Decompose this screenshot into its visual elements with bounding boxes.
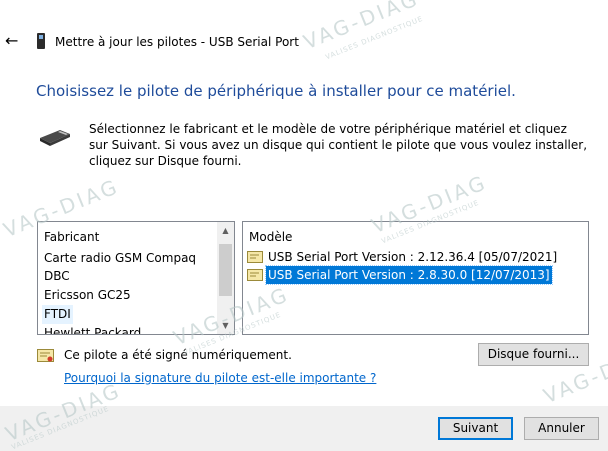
instructions-text: Sélectionnez le fabricant et le modèle d… xyxy=(89,122,588,168)
model-item-selected[interactable]: USB Serial Port Version : 2.8.30.0 [12/0… xyxy=(247,265,553,285)
window-title: Mettre à jour les pilotes - USB Serial P… xyxy=(55,35,299,49)
scroll-down-icon[interactable]: ▼ xyxy=(217,317,234,334)
model-item-label: USB Serial Port Version : 2.8.30.0 [12/0… xyxy=(265,265,553,285)
manufacturer-list[interactable]: Fabricant Carte radio GSM Compaq DBC Eri… xyxy=(37,221,235,335)
cancel-button[interactable]: Annuler xyxy=(524,417,599,440)
certificate-icon xyxy=(247,269,263,281)
scroll-up-icon[interactable]: ▲ xyxy=(217,222,234,239)
manufacturer-item[interactable]: Ericsson GC25 xyxy=(44,286,131,305)
hardware-connector-icon xyxy=(40,130,70,146)
manufacturer-item[interactable]: Hewlett Packard xyxy=(44,324,141,334)
back-arrow-icon[interactable]: ← xyxy=(5,33,21,49)
have-disk-button[interactable]: Disque fourni... xyxy=(478,343,589,366)
certificate-icon xyxy=(247,251,263,263)
signature-info-link[interactable]: Pourquoi la signature du pilote est-elle… xyxy=(64,371,376,385)
next-button[interactable]: Suivant xyxy=(438,417,513,440)
manufacturer-item-selected[interactable]: FTDI xyxy=(42,305,73,324)
signed-driver-icon xyxy=(37,349,54,362)
scroll-thumb[interactable] xyxy=(219,244,232,296)
signed-driver-text: Ce pilote a été signé numériquement. xyxy=(64,348,292,362)
dialog-footer xyxy=(0,406,608,451)
title-bar: ← Mettre à jour les pilotes - USB Serial… xyxy=(0,0,608,49)
usb-device-icon xyxy=(37,33,45,49)
manufacturer-list-header: Fabricant xyxy=(44,230,100,244)
page-heading: Choisissez le pilote de périphérique à i… xyxy=(36,82,516,100)
model-list[interactable]: Modèle USB Serial Port Version : 2.12.36… xyxy=(242,221,589,335)
manufacturer-item[interactable]: DBC xyxy=(44,267,70,286)
model-list-header: Modèle xyxy=(249,230,293,244)
manufacturer-scrollbar[interactable]: ▲ ▼ xyxy=(217,222,234,334)
manufacturer-item[interactable]: Carte radio GSM Compaq xyxy=(44,249,196,268)
model-item-label: USB Serial Port Version : 2.12.36.4 [05/… xyxy=(268,250,558,264)
model-item[interactable]: USB Serial Port Version : 2.12.36.4 [05/… xyxy=(247,248,559,266)
